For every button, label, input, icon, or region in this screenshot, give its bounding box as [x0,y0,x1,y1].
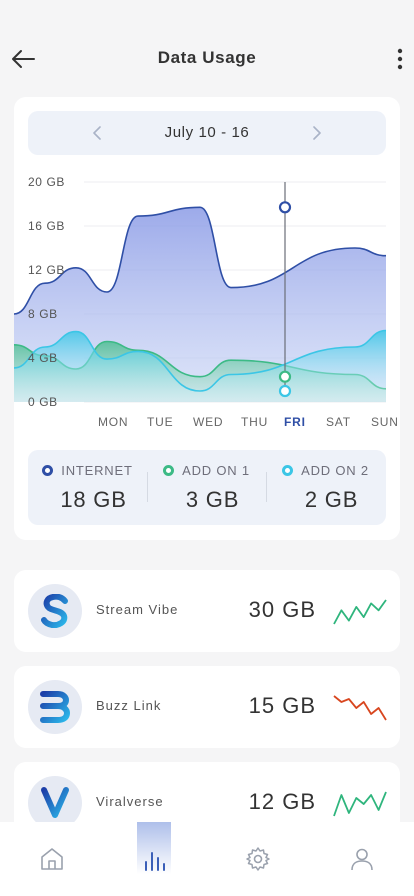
x-tick-label: SUN [371,415,399,429]
y-tick-label: 0 GB [28,395,58,409]
y-tick-label: 16 GB [28,219,65,233]
data-usage-area-chart[interactable]: 20 GB 16 GB 12 GB 8 GB 4 GB 0 GB MON TUE WED THU F… [14,97,400,442]
stream-vibe-logo-icon [28,584,82,638]
app-name: Stream Vibe [96,602,179,617]
legend-value: 18 GB [60,487,127,512]
home-icon [41,848,63,870]
sparkline-path [333,791,387,817]
x-tick-label: FRI [284,415,306,429]
bottom-navigation [0,822,414,896]
internet-dot-icon [42,465,54,476]
legend-add-on-1[interactable]: ADD ON 1 3 GB [147,450,266,525]
legend-add-on-2[interactable]: ADD ON 2 2 GB [266,450,385,525]
usage-legend: INTERNET 18 GB ADD ON 1 3 GB ADD ON 2 2 … [28,450,386,525]
sparkline-path [333,695,387,721]
legend-label: ADD ON 1 [182,463,250,478]
x-tick-label: SAT [326,415,351,429]
more-vertical-icon [397,48,403,70]
app-card-stream-vibe[interactable]: Stream Vibe 30 GB [14,570,400,652]
app-usage: 15 GB [248,693,316,718]
y-tick-label: 20 GB [28,175,65,189]
x-tick-label: MON [98,415,128,429]
highlight-point [278,201,292,214]
trend-down-sparkline-icon [333,695,387,721]
chart-icon [145,852,165,871]
y-tick-label: 4 GB [28,351,58,365]
settings-icon [246,847,270,871]
x-tick-label: TUE [147,415,173,429]
legend-label: ADD ON 2 [301,463,369,478]
legend-value: 3 GB [185,487,240,512]
x-tick-label: WED [193,415,223,429]
buzz-link-logo-icon [28,680,82,734]
profile-icon [351,848,373,871]
y-tick-label: 8 GB [28,307,58,321]
x-tick-label: THU [241,415,268,429]
nav-home[interactable] [17,822,87,896]
app-usage: 12 GB [248,789,316,814]
legend-label: INTERNET [61,463,133,478]
app-card-buzz-link[interactable]: Buzz Link 15 GB [14,666,400,748]
highlight-point [278,370,292,383]
nav-settings[interactable] [223,822,293,896]
add-on-2-dot-icon [282,465,294,476]
usage-chart-card: July 10 - 16 20 GB 16 GB 12 GB 8 GB 4 GB… [14,97,400,540]
app-name: Buzz Link [96,698,162,713]
legend-internet[interactable]: INTERNET 18 GB [28,450,147,525]
nav-profile[interactable] [327,822,397,896]
app-usage: 30 GB [248,597,316,622]
sparkline-path [333,599,387,625]
y-tick-label: 12 GB [28,263,65,277]
more-options-button[interactable] [392,44,408,74]
add-on-1-dot-icon [163,465,175,476]
trend-up-sparkline-icon [333,599,387,625]
header: Data Usage [0,0,414,100]
app-name: Viralverse [96,794,164,809]
trend-up-sparkline-icon [333,791,387,817]
legend-value: 2 GB [304,487,359,512]
nav-usage[interactable] [120,822,188,896]
page-title: Data Usage [157,48,257,67]
highlight-point [278,384,292,398]
